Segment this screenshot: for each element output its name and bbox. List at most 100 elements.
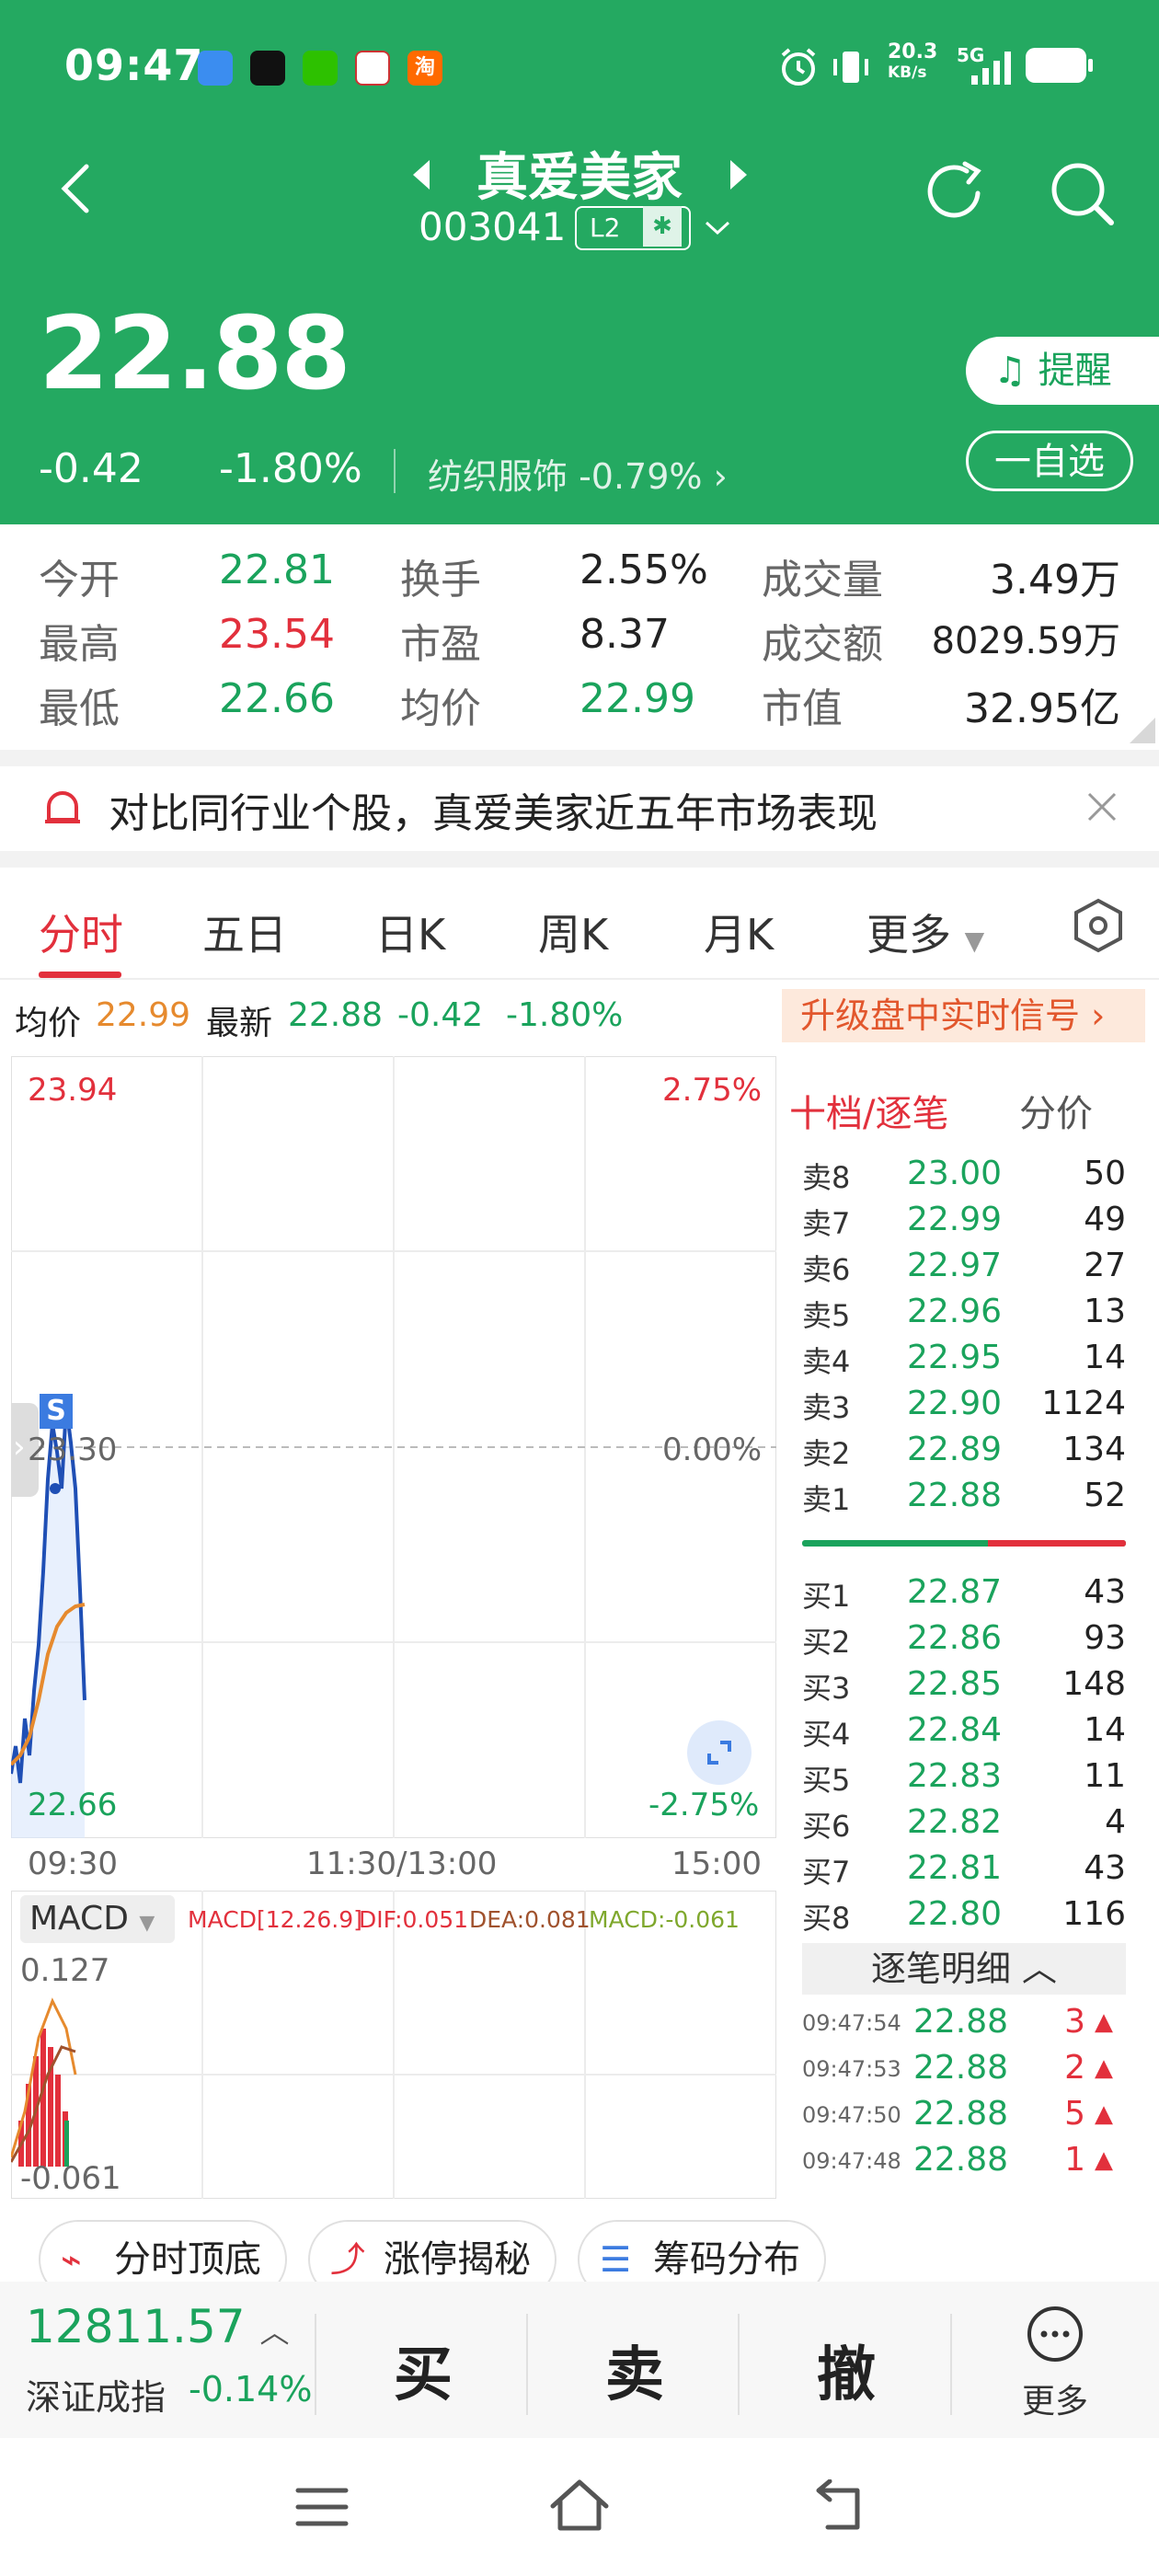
- chevron-down-icon[interactable]: [704, 219, 731, 237]
- stat-value: 22.66: [219, 675, 335, 722]
- tab-daily-k[interactable]: 日K: [375, 902, 445, 962]
- bid-price[interactable]: 22.84: [907, 1711, 1002, 1749]
- stat-label: 成交额: [762, 621, 883, 668]
- ask-price[interactable]: 23.00: [907, 1155, 1002, 1192]
- l2-badge[interactable]: L2 ✱: [575, 206, 691, 250]
- tab-monthly-k[interactable]: 月K: [704, 902, 774, 962]
- ask-price[interactable]: 22.97: [907, 1247, 1002, 1284]
- index-value[interactable]: 12811.57 ︿: [26, 2300, 290, 2353]
- macd-selector[interactable]: MACD ▼: [20, 1895, 175, 1943]
- stat-value: 22.99: [580, 675, 695, 722]
- buy-button[interactable]: 买: [394, 2328, 453, 2412]
- stat-label: 换手: [400, 557, 481, 604]
- asks-list: 卖8 23.00 50 卖7 22.99 49 卖6 22.97 27 卖5 2…: [789, 1155, 1148, 1541]
- ask-price[interactable]: 22.96: [907, 1293, 1002, 1330]
- divider: [394, 449, 396, 493]
- bid-price[interactable]: 22.81: [907, 1849, 1002, 1887]
- tick-vol: 3: [1064, 2003, 1085, 2041]
- pct-high-label: 2.75%: [662, 1072, 763, 1109]
- avg-label: 均价: [15, 1005, 82, 1042]
- app-icon-1: [198, 51, 233, 86]
- stock-header: 09:47 淘 20.3 KB/s 5G 真爱美家 003041 L2 ✱ 22.…: [0, 0, 1159, 524]
- tick-detail-toggle[interactable]: 逐笔明细 ︿: [802, 1943, 1126, 1995]
- bid-price[interactable]: 22.86: [907, 1619, 1002, 1657]
- tick-time: 09:47:54: [802, 2010, 901, 2036]
- add-favorite-button[interactable]: 一自选: [966, 431, 1133, 491]
- tick-vol: 5: [1064, 2095, 1085, 2133]
- chevron-up-icon: ︿: [259, 2315, 290, 2350]
- pct-mid-label: 0.00%: [662, 1432, 763, 1468]
- cancel-order-button[interactable]: 撤: [817, 2328, 876, 2412]
- expand-corner-icon[interactable]: [1130, 718, 1155, 743]
- stock-code: 003041: [419, 204, 567, 249]
- stat-value: 3.49万: [990, 557, 1120, 604]
- fullscreen-button[interactable]: [687, 1720, 752, 1785]
- caret-down-icon: ▼: [139, 1912, 155, 1935]
- ask-vol: 52: [1084, 1477, 1126, 1514]
- taobao-icon: 淘: [407, 51, 442, 86]
- home-icon[interactable]: [547, 2475, 612, 2536]
- remind-button[interactable]: ♫ 提醒: [966, 337, 1159, 405]
- stat-label: 均价: [400, 685, 481, 732]
- alarm-icon: [781, 48, 816, 86]
- bid-price[interactable]: 22.83: [907, 1757, 1002, 1795]
- bid-price[interactable]: 22.87: [907, 1573, 1002, 1611]
- menu-icon[interactable]: [294, 2479, 350, 2535]
- bid-label: 买8: [802, 1901, 851, 1936]
- stat-label: 最高: [39, 621, 120, 668]
- tab-more[interactable]: 更多 ▼: [866, 902, 984, 962]
- ask-price[interactable]: 22.89: [907, 1431, 1002, 1468]
- tab-weekly-k[interactable]: 周K: [538, 902, 608, 962]
- industry-link[interactable]: 纺织服饰 -0.79% ›: [428, 448, 728, 499]
- bid-vol: 4: [1105, 1803, 1126, 1841]
- signal-marker[interactable]: S: [40, 1394, 73, 1429]
- macd-axis-bottom: -0.061: [20, 2160, 121, 2197]
- tab-five-day[interactable]: 五日: [202, 902, 287, 962]
- ask-label: 卖3: [802, 1390, 851, 1425]
- bid-vol: 116: [1062, 1895, 1126, 1933]
- tick-time: 09:47:48: [802, 2148, 901, 2174]
- index-change: -0.14%: [189, 2369, 313, 2409]
- avg-value: 22.99: [96, 996, 191, 1034]
- index-name: 深证成指: [26, 2377, 166, 2418]
- search-icon[interactable]: [1047, 158, 1117, 228]
- ask-label: 卖1: [802, 1482, 851, 1517]
- ask-price[interactable]: 22.88: [907, 1477, 1002, 1514]
- price-change: -0.42: [39, 445, 143, 492]
- ask-price[interactable]: 22.95: [907, 1339, 1002, 1376]
- order-book-tab-price[interactable]: 分价: [1019, 1084, 1093, 1137]
- ask-vol: 49: [1084, 1201, 1126, 1238]
- ask-label: 卖6: [802, 1252, 851, 1287]
- close-icon[interactable]: [1085, 790, 1119, 823]
- share-icon[interactable]: [923, 158, 993, 228]
- time-axis-mid: 11:30/13:00: [306, 1846, 498, 1882]
- next-stock-icon[interactable]: [727, 158, 751, 191]
- latest-label: 最新: [206, 1005, 273, 1042]
- order-book-tab-active[interactable]: 十档/逐笔: [789, 1084, 948, 1137]
- ask-price[interactable]: 22.90: [907, 1385, 1002, 1422]
- bid-label: 买1: [802, 1579, 851, 1614]
- bid-price[interactable]: 22.82: [907, 1803, 1002, 1841]
- upgrade-signal-button[interactable]: 升级盘中实时信号 ›: [782, 989, 1145, 1042]
- bid-price[interactable]: 22.80: [907, 1895, 1002, 1933]
- more-button[interactable]: 更多: [1016, 2305, 1094, 2433]
- vibrate-icon: [833, 52, 868, 83]
- stat-value: 22.81: [219, 546, 335, 593]
- bid-price[interactable]: 22.85: [907, 1665, 1002, 1703]
- price-mid-label: 23.30: [28, 1432, 118, 1468]
- compare-banner[interactable]: 对比同行业个股，真爱美家近五年市场表现: [0, 766, 1159, 851]
- stat-value: 32.95亿: [964, 685, 1120, 732]
- ask-price[interactable]: 22.99: [907, 1201, 1002, 1238]
- macd-value: MACD:-0.061: [589, 1906, 740, 1933]
- tick-vol: 1: [1064, 2141, 1085, 2179]
- ask-label: 卖4: [802, 1344, 851, 1379]
- battery-icon: [1026, 48, 1093, 83]
- settings-hex-icon[interactable]: [1070, 897, 1127, 954]
- back-icon[interactable]: [809, 2479, 868, 2535]
- bid-label: 买2: [802, 1625, 851, 1660]
- sell-button[interactable]: 卖: [605, 2328, 664, 2412]
- pct-low-label: -2.75%: [648, 1787, 760, 1823]
- tab-intraday[interactable]: 分时: [39, 902, 123, 962]
- stats-grid: 今开 22.81 换手 2.55% 成交量 3.49万 最高 23.54 市盈 …: [0, 524, 1159, 750]
- status-time: 09:47: [64, 40, 204, 90]
